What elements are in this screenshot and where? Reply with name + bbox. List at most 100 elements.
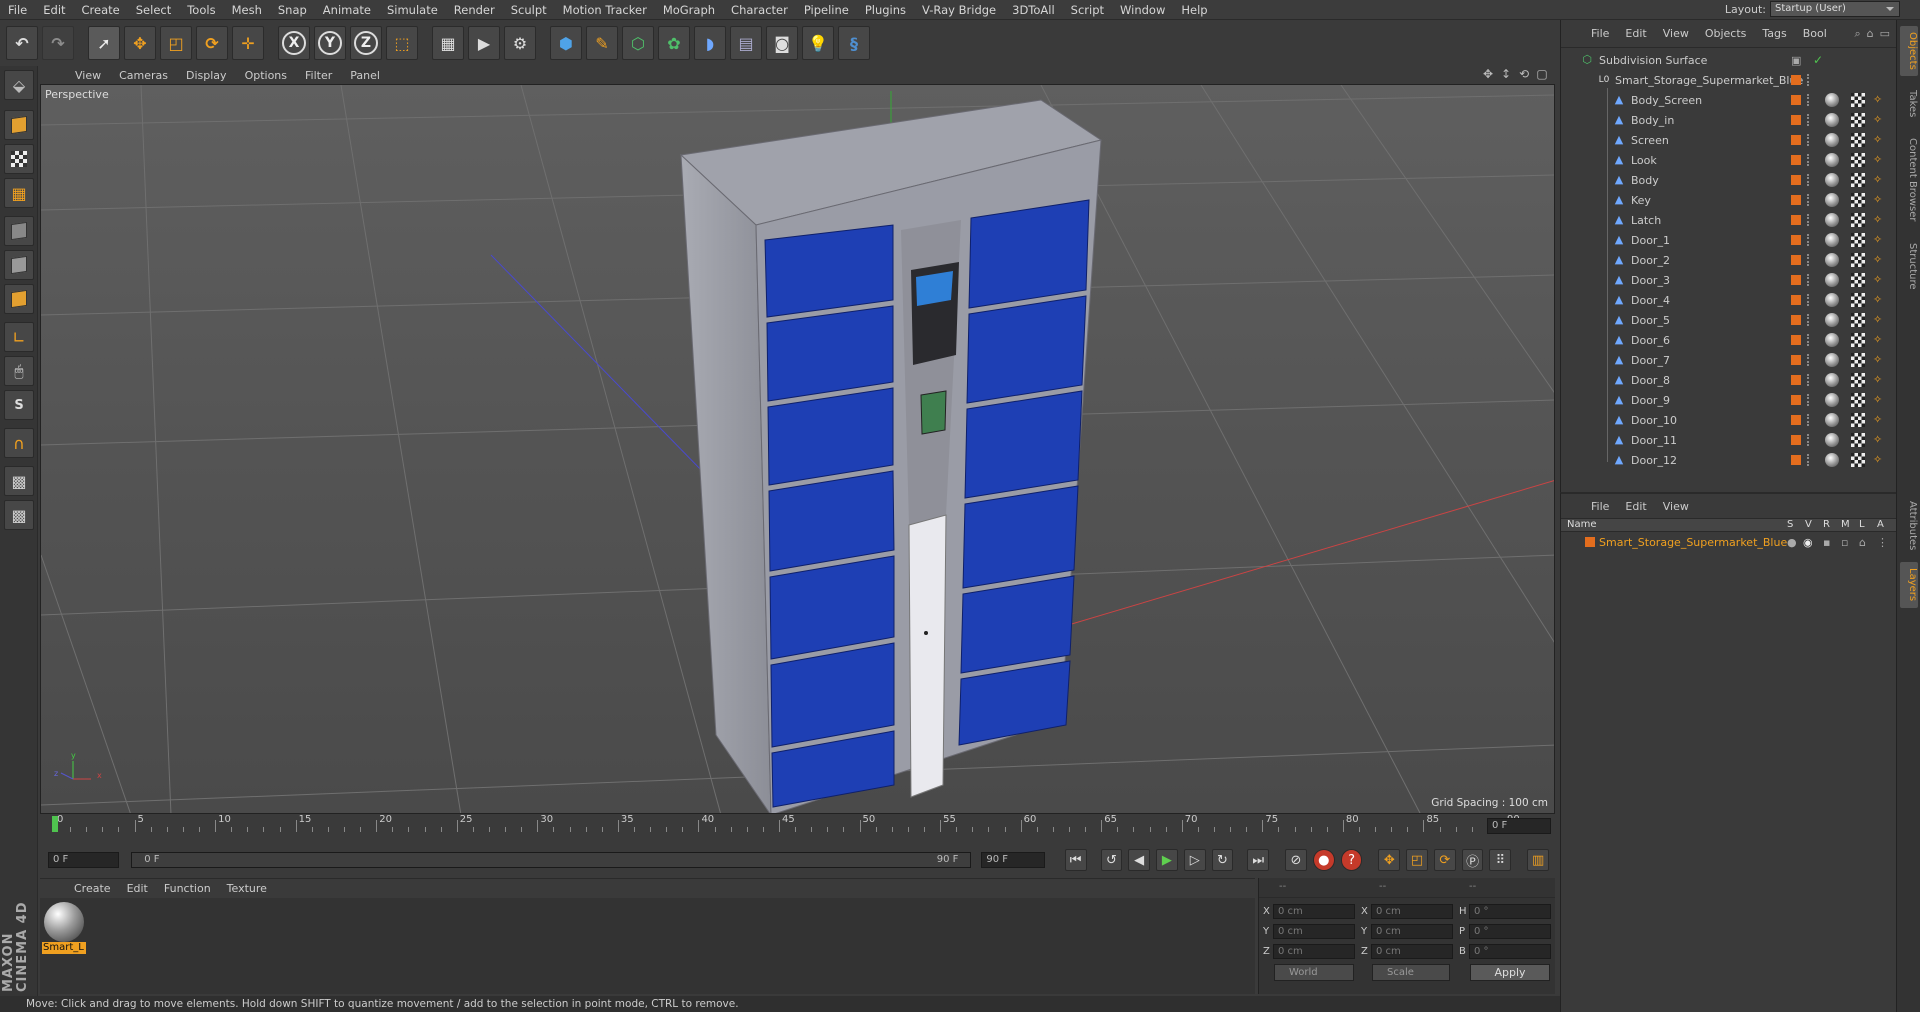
menu-item-mesh[interactable]: Mesh [224, 3, 270, 17]
visibility-dots[interactable] [1807, 74, 1811, 86]
uvw-tag-icon[interactable] [1851, 393, 1865, 407]
menu-item-character[interactable]: Character [723, 3, 796, 17]
tweak-mode-button[interactable]: 🖱 [4, 356, 34, 386]
phong-tag-icon[interactable]: ✧ [1873, 433, 1883, 447]
layer-color-swatch[interactable] [1791, 355, 1801, 365]
tree-item[interactable]: ▲ Key ✧ [1561, 190, 1897, 210]
visibility-dots[interactable] [1807, 274, 1811, 286]
home-icon[interactable]: ⌂ [1867, 27, 1874, 41]
tree-item[interactable]: ▲ Door_9 ✧ [1561, 390, 1897, 410]
phong-tag-icon[interactable]: ✧ [1873, 313, 1883, 327]
visibility-dots[interactable] [1807, 254, 1811, 266]
visibility-dots[interactable] [1807, 174, 1811, 186]
snap-button[interactable]: S [4, 390, 34, 420]
points-mode-button[interactable] [4, 216, 34, 246]
redo-button[interactable]: ↷ [42, 26, 74, 60]
object-menu-bool[interactable]: Bool [1795, 27, 1835, 40]
material-tag-icon[interactable] [1825, 153, 1839, 167]
menu-item-window[interactable]: Window [1112, 3, 1173, 17]
perspective-viewport[interactable]: Perspective Grid Spacing : 100 cm x y z [40, 84, 1555, 814]
search-icon[interactable]: ⌕ [1854, 27, 1860, 41]
tree-item-root[interactable]: ⬡ Subdivision Surface ▣ ✓ [1561, 50, 1897, 70]
checkmark-icon[interactable]: ✓ [1813, 53, 1823, 67]
start-frame-field[interactable]: 0 F [48, 852, 120, 868]
frame-range-slider[interactable]: 0 F 90 F [131, 852, 972, 868]
make-editable-button[interactable]: ⬙ [4, 70, 34, 100]
tab-attributes[interactable]: Attributes [1900, 496, 1918, 556]
axis-x-button[interactable]: X [278, 26, 310, 60]
layer-menu-file[interactable]: File [1583, 500, 1617, 513]
tree-item[interactable]: ▲ Door_8 ✧ [1561, 370, 1897, 390]
timeline-ruler[interactable]: 0510152025303540455055606570758085900 F [40, 814, 1555, 842]
move-button[interactable]: ✥ [124, 26, 156, 60]
tree-item[interactable]: ▲ Look ✧ [1561, 150, 1897, 170]
menu-item-help[interactable]: Help [1173, 3, 1215, 17]
phong-tag-icon[interactable]: ✧ [1873, 393, 1883, 407]
phong-tag-icon[interactable]: ✧ [1873, 253, 1883, 267]
viewport-menu-view[interactable]: View [66, 69, 110, 82]
tree-item[interactable]: ▲ Screen ✧ [1561, 130, 1897, 150]
tree-item[interactable]: ▲ Body ✧ [1561, 170, 1897, 190]
material-tag-icon[interactable] [1825, 393, 1839, 407]
uvw-tag-icon[interactable] [1851, 173, 1865, 187]
uvw-tag-icon[interactable] [1851, 193, 1865, 207]
visibility-dots[interactable] [1807, 94, 1811, 106]
position-field[interactable]: 0 cm [1273, 943, 1355, 959]
layer-color-swatch[interactable] [1791, 155, 1801, 165]
phong-tag-icon[interactable]: ✧ [1873, 213, 1883, 227]
tree-item[interactable]: ▲ Door_10 ✧ [1561, 410, 1897, 430]
visibility-dots[interactable] [1807, 214, 1811, 226]
visibility-dots[interactable] [1807, 454, 1811, 466]
layer-menu-edit[interactable]: Edit [1617, 500, 1654, 513]
uvw-tag-icon[interactable] [1851, 93, 1865, 107]
layer-row[interactable]: Smart_Storage_Supermarket_Blue ● ◉ ▪ ▫ ⌂… [1561, 534, 1897, 550]
uvw-tag-icon[interactable] [1851, 273, 1865, 287]
viewport-menu-display[interactable]: Display [177, 69, 236, 82]
render-settings-button[interactable]: ⚙ [504, 26, 536, 60]
python-button[interactable]: § [838, 26, 870, 60]
tree-item[interactable]: ▲ Door_3 ✧ [1561, 270, 1897, 290]
workplane-mode-button[interactable]: ▦ [4, 178, 34, 208]
prev-key-button[interactable]: ↺ [1100, 849, 1123, 871]
layer-color-swatch[interactable] [1791, 95, 1801, 105]
visibility-dots[interactable] [1807, 134, 1811, 146]
menu-item-select[interactable]: Select [128, 3, 179, 17]
edges-mode-button[interactable] [4, 250, 34, 280]
material-tag-icon[interactable] [1825, 333, 1839, 347]
visibility-dots[interactable] [1807, 394, 1811, 406]
workplane-lock-button[interactable]: ▩ [4, 466, 34, 496]
layer-animation-icon[interactable]: ⋮ [1877, 536, 1888, 549]
layout-dropdown[interactable]: Startup (User) [1770, 1, 1900, 17]
material-tag-icon[interactable] [1825, 353, 1839, 367]
magnet-button[interactable]: ∩ [4, 428, 34, 458]
menu-item-animate[interactable]: Animate [315, 3, 379, 17]
tree-item[interactable]: ▲ Latch ✧ [1561, 210, 1897, 230]
live-selection-button[interactable]: ➚ [88, 26, 120, 60]
rotation-field[interactable]: 0 ° [1469, 903, 1551, 919]
coordinate-system-button[interactable]: ⬚ [386, 26, 418, 60]
key-position-button[interactable]: ✥ [1378, 849, 1401, 871]
uvw-tag-icon[interactable] [1851, 433, 1865, 447]
visibility-dots[interactable] [1807, 194, 1811, 206]
layer-color-swatch[interactable] [1791, 235, 1801, 245]
axis-y-button[interactable]: Y [314, 26, 346, 60]
phong-tag-icon[interactable]: ✧ [1873, 333, 1883, 347]
end-frame-field[interactable]: 90 F [981, 852, 1045, 868]
tree-item[interactable]: ▲ Body_in ✧ [1561, 110, 1897, 130]
record-button[interactable]: ● [1312, 849, 1335, 871]
uvw-tag-icon[interactable] [1851, 313, 1865, 327]
axis-z-button[interactable]: Z [350, 26, 382, 60]
deformer-button[interactable]: ◗ [694, 26, 726, 60]
current-frame-field[interactable]: 0 F [1487, 818, 1551, 834]
axis-mode-button[interactable]: ∟ [4, 322, 34, 352]
uvw-tag-icon[interactable] [1851, 453, 1865, 467]
layer-color-swatch[interactable] [1791, 195, 1801, 205]
material-tag-icon[interactable] [1825, 413, 1839, 427]
pen-tool-button[interactable]: ✎ [586, 26, 618, 60]
maximize-icon[interactable]: ▢ [1535, 67, 1549, 81]
viewport-menu-panel[interactable]: Panel [341, 69, 389, 82]
layer-color-swatch[interactable] [1791, 335, 1801, 345]
visibility-dots[interactable] [1807, 314, 1811, 326]
layer-color-swatch[interactable] [1791, 215, 1801, 225]
layer-render-icon[interactable]: ▪ [1823, 536, 1830, 549]
